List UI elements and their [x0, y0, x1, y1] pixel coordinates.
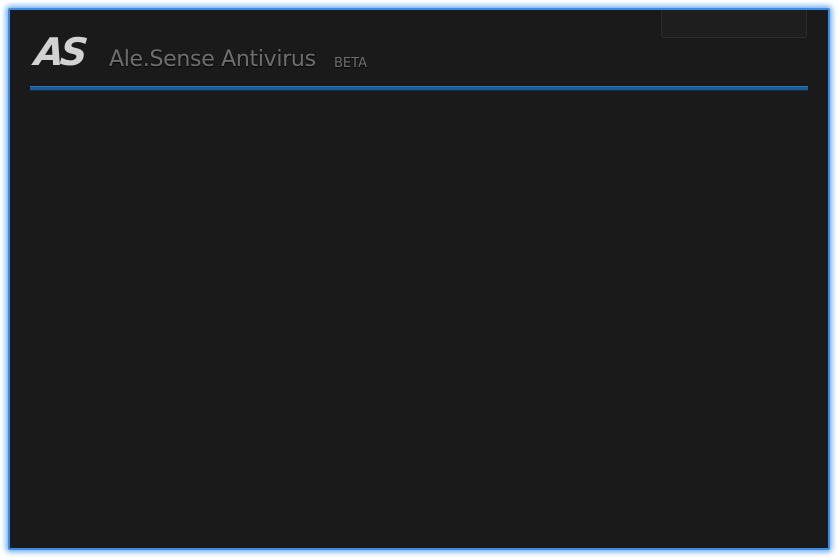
- app-window: AS Ale.Sense Antivirus BETA: [8, 8, 830, 550]
- main-content-area: [10, 92, 828, 548]
- window-caption-controls[interactable]: [661, 10, 807, 38]
- app-title: Ale.Sense Antivirus: [109, 47, 316, 72]
- app-logo: AS: [32, 30, 87, 74]
- header-divider: [30, 86, 808, 91]
- beta-badge: BETA: [334, 56, 367, 71]
